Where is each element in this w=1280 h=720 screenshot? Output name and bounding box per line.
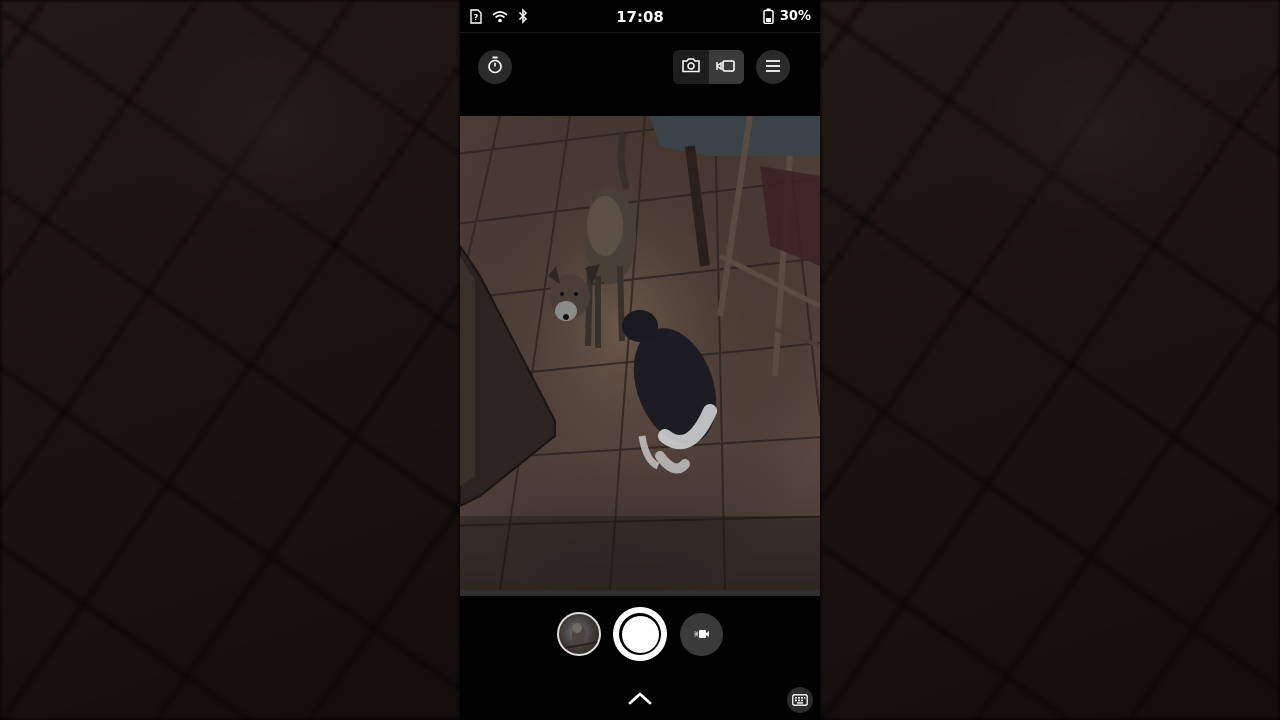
keyboard-button[interactable] xyxy=(787,687,813,713)
viewfinder-bottom-strip xyxy=(460,590,820,596)
photo-icon xyxy=(682,57,700,77)
gallery-thumbnail-button[interactable] xyxy=(557,612,601,656)
video-mode-button[interactable] xyxy=(708,50,744,84)
background-shade-left xyxy=(0,0,460,720)
keyboard-icon xyxy=(792,691,808,710)
status-bar: ? 17:08 30% xyxy=(460,0,820,33)
shutter-core xyxy=(621,615,659,653)
timer-button[interactable] xyxy=(478,50,512,84)
menu-button[interactable] xyxy=(756,50,790,84)
capture-mode-toggle xyxy=(673,50,744,84)
expand-controls-button[interactable] xyxy=(625,688,655,710)
battery-percent: 30% xyxy=(779,8,811,24)
viewfinder-scene xyxy=(460,116,820,590)
record-video-button[interactable] xyxy=(680,613,723,656)
photo-mode-button[interactable] xyxy=(673,50,709,84)
status-icons-right: 30% xyxy=(763,8,811,24)
video-mode-icon xyxy=(716,58,736,77)
shutter-ring xyxy=(619,613,661,655)
phone-screen: ? 17:08 30% xyxy=(460,0,820,720)
timer-icon xyxy=(486,56,504,78)
chevron-up-icon xyxy=(628,690,652,709)
shutter-button[interactable] xyxy=(613,607,667,661)
video-camera-icon xyxy=(693,625,710,644)
thumbnail-image xyxy=(559,623,599,650)
background-shade-right xyxy=(820,0,1280,720)
camera-viewfinder[interactable] xyxy=(460,116,820,590)
menu-icon xyxy=(765,58,781,77)
battery-icon xyxy=(763,8,774,24)
